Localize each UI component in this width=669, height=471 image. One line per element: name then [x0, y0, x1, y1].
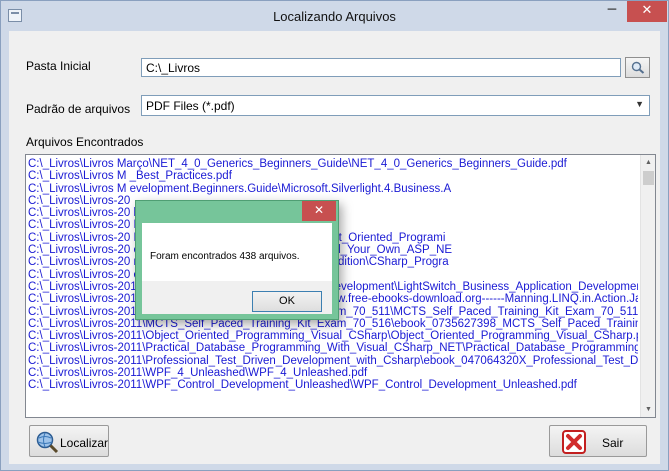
pasta-inicial-label: Pasta Inicial [26, 59, 91, 73]
main-window: Localizando Arquivos ─ ✕ Pasta Inicial C… [0, 0, 669, 471]
scroll-up-icon[interactable]: ▲ [641, 155, 655, 170]
sair-label: Sair [602, 436, 624, 450]
found-files-list[interactable]: C:\_Livros\Livros Março\NET_4_0_Generics… [25, 154, 656, 418]
arquivos-encontrados-label: Arquivos Encontrados [26, 135, 144, 149]
magnifier-icon [631, 61, 645, 74]
browse-folder-button[interactable] [625, 57, 650, 78]
list-item[interactable]: C:\_Livros\Livros-2011\WPF_4_Unleashed\W… [28, 367, 638, 379]
padrao-arquivos-label: Padrão de arquivos [26, 102, 131, 116]
dialog-message: Foram encontrados 438 arquivos. [150, 251, 300, 262]
scroll-down-icon[interactable]: ▼ [641, 402, 655, 417]
search-globe-icon [36, 431, 59, 454]
sair-button[interactable]: Sair [549, 425, 647, 457]
dialog-body: Foram encontrados 438 arquivos. [142, 223, 332, 281]
localizar-label: Localizar [60, 436, 109, 450]
list-item[interactable]: C:\_Livros\Livros Março\NET_4_0_Generics… [28, 158, 638, 170]
dialog-footer: OK [142, 281, 332, 314]
exit-x-icon [562, 430, 586, 454]
client-area: Pasta Inicial C:\_Livros Padrão de arqui… [9, 31, 660, 464]
vertical-scrollbar[interactable]: ▲ ▼ [640, 155, 655, 417]
localizar-button[interactable]: Localizar [29, 425, 109, 457]
close-window-button[interactable]: ✕ [627, 1, 667, 22]
list-item[interactable]: C:\_Livros\Livros-2011\WPF_Control_Devel… [28, 379, 638, 391]
list-item[interactable]: C:\_Livros\Livros M _Best_Practices.pdf [28, 170, 638, 182]
window-title: Localizando Arquivos [273, 9, 396, 24]
list-item[interactable]: C:\_Livros\Livros M evelopment.Beginners… [28, 183, 638, 195]
scroll-thumb[interactable] [643, 171, 654, 185]
ok-button[interactable]: OK [252, 291, 322, 312]
chevron-down-icon[interactable]: ▼ [635, 99, 644, 109]
list-item[interactable]: C:\_Livros\Livros-2011\Professional_Test… [28, 355, 638, 367]
list-item[interactable]: C:\_Livros\Livros-2011\Practical_Databas… [28, 342, 638, 354]
file-pattern-select[interactable]: PDF Files (*.pdf) ▼ [141, 95, 650, 116]
minimize-button[interactable]: ─ [599, 1, 625, 22]
file-pattern-value: PDF Files (*.pdf) [146, 99, 235, 113]
pasta-inicial-input[interactable]: C:\_Livros [141, 58, 621, 77]
list-item[interactable]: C:\_Livros\Livros-2011\Object_Oriented_P… [28, 330, 638, 342]
title-bar: Localizando Arquivos ─ ✕ [1, 1, 668, 31]
dialog-close-button[interactable]: ✕ [302, 201, 336, 221]
message-dialog: ✕ Foram encontrados 438 arquivos. OK [135, 200, 339, 320]
